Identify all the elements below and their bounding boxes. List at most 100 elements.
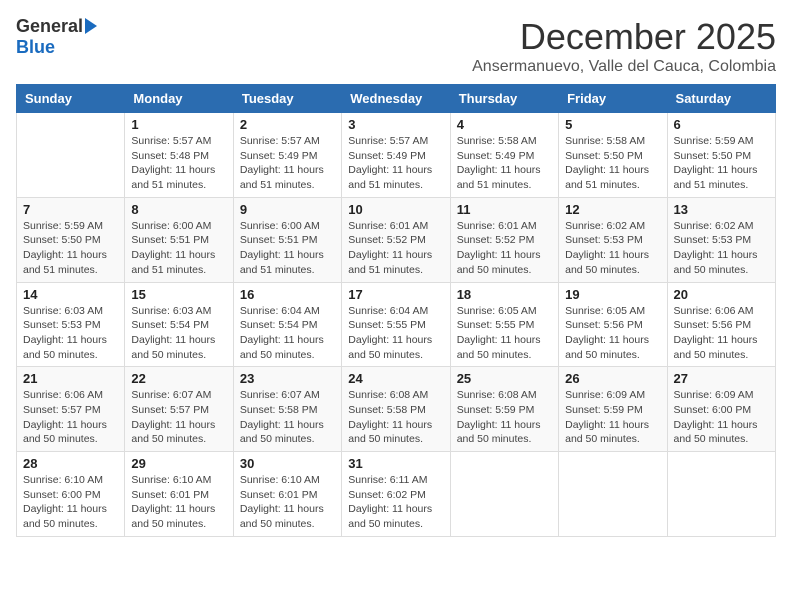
day-info: Sunrise: 6:03 AM Sunset: 5:53 PM Dayligh… (23, 304, 118, 363)
day-number: 18 (457, 287, 552, 302)
day-number: 16 (240, 287, 335, 302)
calendar-header-tuesday: Tuesday (233, 85, 341, 113)
calendar-cell: 31 Sunrise: 6:11 AM Sunset: 6:02 PM Dayli… (342, 452, 450, 537)
calendar-cell: 14 Sunrise: 6:03 AM Sunset: 5:53 PM Dayli… (17, 282, 125, 367)
calendar-cell (667, 452, 775, 537)
day-number: 21 (23, 371, 118, 386)
day-number: 5 (565, 117, 660, 132)
day-number: 29 (131, 456, 226, 471)
calendar-cell: 23 Sunrise: 6:07 AM Sunset: 5:58 PM Dayli… (233, 367, 341, 452)
calendar-cell: 8 Sunrise: 6:00 AM Sunset: 5:51 PM Daylig… (125, 197, 233, 282)
day-number: 6 (674, 117, 769, 132)
calendar-cell: 24Sunrise: 6:08 AM Sunset: 5:58 PM Dayli… (342, 367, 450, 452)
calendar-cell: 3Sunrise: 5:57 AM Sunset: 5:49 PM Daylig… (342, 113, 450, 198)
calendar-header-wednesday: Wednesday (342, 85, 450, 113)
day-info: Sunrise: 6:09 AM Sunset: 5:59 PM Dayligh… (565, 388, 660, 447)
day-info: Sunrise: 6:04 AM Sunset: 5:54 PM Dayligh… (240, 304, 335, 363)
day-info: Sunrise: 6:07 AM Sunset: 5:57 PM Dayligh… (131, 388, 226, 447)
day-info: Sunrise: 5:58 AM Sunset: 5:50 PM Dayligh… (565, 134, 660, 193)
day-info: Sunrise: 6:02 AM Sunset: 5:53 PM Dayligh… (565, 219, 660, 278)
location-subtitle: Ansermanuevo, Valle del Cauca, Colombia (472, 58, 776, 76)
day-number: 19 (565, 287, 660, 302)
calendar-cell: 16 Sunrise: 6:04 AM Sunset: 5:54 PM Dayli… (233, 282, 341, 367)
day-number: 25 (457, 371, 552, 386)
calendar-cell: 18 Sunrise: 6:05 AM Sunset: 5:55 PM Dayli… (450, 282, 558, 367)
day-number: 10 (348, 202, 443, 217)
calendar-cell: 1 Sunrise: 5:57 AM Sunset: 5:48 PM Daylig… (125, 113, 233, 198)
calendar-cell: 30Sunrise: 6:10 AM Sunset: 6:01 PM Dayli… (233, 452, 341, 537)
calendar-cell: 28 Sunrise: 6:10 AM Sunset: 6:00 PM Dayli… (17, 452, 125, 537)
day-number: 1 (131, 117, 226, 132)
logo-blue-text: Blue (16, 37, 55, 58)
day-info: Sunrise: 6:00 AM Sunset: 5:51 PM Dayligh… (131, 219, 226, 278)
calendar-cell: 7 Sunrise: 5:59 AM Sunset: 5:50 PM Daylig… (17, 197, 125, 282)
calendar-header-sunday: Sunday (17, 85, 125, 113)
day-info: Sunrise: 6:02 AM Sunset: 5:53 PM Dayligh… (674, 219, 769, 278)
day-number: 20 (674, 287, 769, 302)
title-block: December 2025 Ansermanuevo, Valle del Ca… (472, 16, 776, 76)
day-number: 14 (23, 287, 118, 302)
calendar-cell: 29 Sunrise: 6:10 AM Sunset: 6:01 PM Dayli… (125, 452, 233, 537)
calendar-cell (17, 113, 125, 198)
calendar-cell (450, 452, 558, 537)
day-number: 4 (457, 117, 552, 132)
day-info: Sunrise: 5:57 AM Sunset: 5:48 PM Dayligh… (131, 134, 226, 193)
day-info: Sunrise: 6:08 AM Sunset: 5:59 PM Dayligh… (457, 388, 552, 447)
day-number: 7 (23, 202, 118, 217)
calendar-cell (559, 452, 667, 537)
day-info: Sunrise: 6:00 AM Sunset: 5:51 PM Dayligh… (240, 219, 335, 278)
calendar-cell: 21Sunrise: 6:06 AM Sunset: 5:57 PM Dayli… (17, 367, 125, 452)
calendar-cell: 4 Sunrise: 5:58 AM Sunset: 5:49 PM Daylig… (450, 113, 558, 198)
calendar-cell: 19 Sunrise: 6:05 AM Sunset: 5:56 PM Dayli… (559, 282, 667, 367)
day-info: Sunrise: 6:05 AM Sunset: 5:56 PM Dayligh… (565, 304, 660, 363)
day-info: Sunrise: 6:01 AM Sunset: 5:52 PM Dayligh… (457, 219, 552, 278)
calendar-week-row: 14 Sunrise: 6:03 AM Sunset: 5:53 PM Dayli… (17, 282, 776, 367)
calendar-cell: 20 Sunrise: 6:06 AM Sunset: 5:56 PM Dayli… (667, 282, 775, 367)
day-info: Sunrise: 6:11 AM Sunset: 6:02 PM Dayligh… (348, 473, 443, 532)
day-number: 23 (240, 371, 335, 386)
day-info: Sunrise: 6:09 AM Sunset: 6:00 PM Dayligh… (674, 388, 769, 447)
day-info: Sunrise: 5:57 AM Sunset: 5:49 PM Dayligh… (240, 134, 335, 193)
day-info: Sunrise: 5:59 AM Sunset: 5:50 PM Dayligh… (23, 219, 118, 278)
day-number: 17 (348, 287, 443, 302)
day-info: Sunrise: 6:07 AM Sunset: 5:58 PM Dayligh… (240, 388, 335, 447)
day-info: Sunrise: 6:10 AM Sunset: 6:00 PM Dayligh… (23, 473, 118, 532)
day-info: Sunrise: 5:58 AM Sunset: 5:49 PM Dayligh… (457, 134, 552, 193)
day-number: 28 (23, 456, 118, 471)
calendar-cell: 17 Sunrise: 6:04 AM Sunset: 5:55 PM Dayli… (342, 282, 450, 367)
calendar-table: SundayMondayTuesdayWednesdayThursdayFrid… (16, 84, 776, 537)
day-info: Sunrise: 6:05 AM Sunset: 5:55 PM Dayligh… (457, 304, 552, 363)
day-number: 3 (348, 117, 443, 132)
calendar-cell: 6 Sunrise: 5:59 AM Sunset: 5:50 PM Daylig… (667, 113, 775, 198)
day-number: 12 (565, 202, 660, 217)
logo-general-text: General (16, 16, 83, 37)
day-number: 22 (131, 371, 226, 386)
calendar-week-row: 28 Sunrise: 6:10 AM Sunset: 6:00 PM Dayli… (17, 452, 776, 537)
logo: General Blue (16, 16, 97, 58)
day-info: Sunrise: 5:59 AM Sunset: 5:50 PM Dayligh… (674, 134, 769, 193)
calendar-cell: 5 Sunrise: 5:58 AM Sunset: 5:50 PM Daylig… (559, 113, 667, 198)
month-title: December 2025 (472, 16, 776, 58)
calendar-cell: 10Sunrise: 6:01 AM Sunset: 5:52 PM Dayli… (342, 197, 450, 282)
calendar-cell: 9Sunrise: 6:00 AM Sunset: 5:51 PM Daylig… (233, 197, 341, 282)
day-number: 26 (565, 371, 660, 386)
page-header: General Blue December 2025 Ansermanuevo,… (16, 16, 776, 76)
day-number: 15 (131, 287, 226, 302)
day-number: 8 (131, 202, 226, 217)
day-info: Sunrise: 6:10 AM Sunset: 6:01 PM Dayligh… (240, 473, 335, 532)
calendar-cell: 2Sunrise: 5:57 AM Sunset: 5:49 PM Daylig… (233, 113, 341, 198)
calendar-header-friday: Friday (559, 85, 667, 113)
calendar-week-row: 1 Sunrise: 5:57 AM Sunset: 5:48 PM Daylig… (17, 113, 776, 198)
day-number: 13 (674, 202, 769, 217)
day-info: Sunrise: 6:06 AM Sunset: 5:56 PM Dayligh… (674, 304, 769, 363)
day-number: 31 (348, 456, 443, 471)
day-info: Sunrise: 6:10 AM Sunset: 6:01 PM Dayligh… (131, 473, 226, 532)
logo-triangle-icon (85, 18, 97, 34)
calendar-cell: 15 Sunrise: 6:03 AM Sunset: 5:54 PM Dayli… (125, 282, 233, 367)
day-info: Sunrise: 6:03 AM Sunset: 5:54 PM Dayligh… (131, 304, 226, 363)
day-number: 11 (457, 202, 552, 217)
calendar-header-saturday: Saturday (667, 85, 775, 113)
calendar-cell: 26 Sunrise: 6:09 AM Sunset: 5:59 PM Dayli… (559, 367, 667, 452)
day-info: Sunrise: 6:04 AM Sunset: 5:55 PM Dayligh… (348, 304, 443, 363)
calendar-header-thursday: Thursday (450, 85, 558, 113)
